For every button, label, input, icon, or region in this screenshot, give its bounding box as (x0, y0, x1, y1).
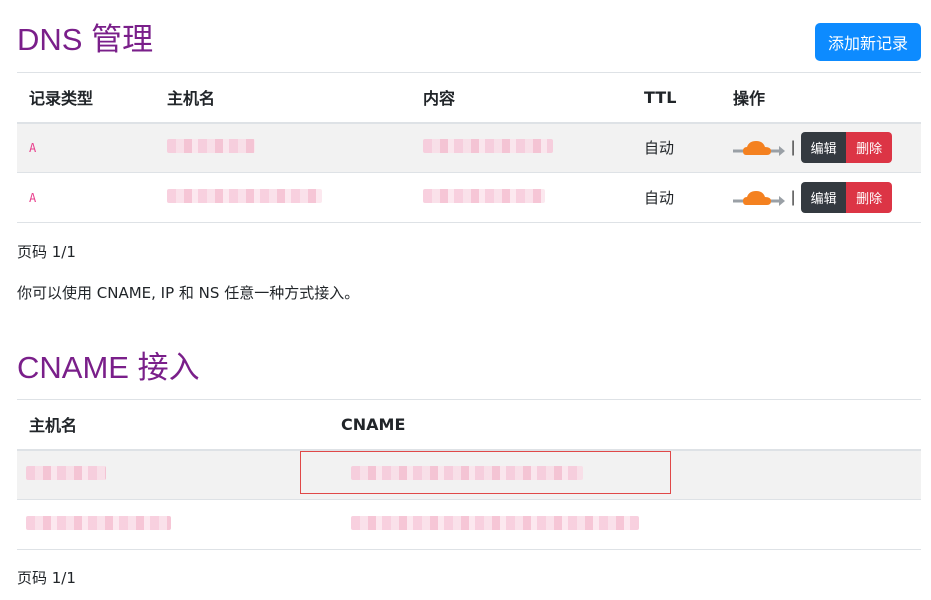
cname-pager: 页码 1/1 (17, 569, 76, 587)
edit-button[interactable]: 编辑 (801, 182, 847, 213)
column-header-hostname: 主机名 (155, 72, 411, 124)
redacted-cname (351, 515, 639, 530)
cname-hostname (17, 449, 329, 500)
cname-title: CNAME 接入 (17, 350, 200, 385)
record-content (411, 122, 632, 173)
table-row (17, 499, 921, 550)
dns-title: DNS 管理 (17, 22, 154, 57)
column-header-cname: CNAME (329, 399, 921, 451)
cloudflare-proxy-icon[interactable] (733, 137, 785, 159)
redacted-hostname (26, 515, 171, 530)
redacted-content (423, 188, 545, 203)
cloudflare-proxy-icon[interactable] (733, 187, 785, 209)
column-header-hostname: 主机名 (17, 399, 329, 451)
record-ttl: 自动 (632, 122, 721, 173)
column-header-ttl: TTL (632, 72, 721, 124)
record-content (411, 172, 632, 223)
edit-button[interactable]: 编辑 (801, 132, 847, 164)
separator: | (791, 188, 796, 206)
dns-pager: 页码 1/1 (17, 243, 76, 261)
record-actions: | 编辑 删除 (721, 172, 921, 223)
add-record-button[interactable]: 添加新记录 (815, 23, 921, 61)
table-row: A 自动 | 编辑 删除 (17, 122, 921, 173)
table-header-row: 记录类型 主机名 内容 TTL 操作 (17, 72, 921, 124)
record-ttl: 自动 (632, 172, 721, 223)
redacted-hostname (26, 465, 106, 480)
highlight-box (300, 451, 671, 494)
table-header-row: 主机名 CNAME (17, 399, 921, 451)
cname-hostname (17, 499, 329, 550)
delete-button[interactable]: 删除 (846, 182, 893, 213)
delete-button[interactable]: 删除 (846, 132, 893, 164)
dns-records-table: 记录类型 主机名 内容 TTL 操作 A 自动 | 编辑 删除 A 自动 | 编… (17, 72, 921, 223)
redacted-hostname (167, 138, 255, 153)
separator: | (791, 138, 796, 156)
access-hint: 你可以使用 CNAME, IP 和 NS 任意一种方式接入。 (17, 284, 360, 302)
record-hostname (155, 122, 411, 173)
redacted-hostname (167, 188, 322, 203)
redacted-content (423, 138, 553, 153)
table-row: A 自动 | 编辑 删除 (17, 172, 921, 223)
record-actions: | 编辑 删除 (721, 122, 921, 173)
column-header-content: 内容 (411, 72, 632, 124)
column-header-type: 记录类型 (17, 72, 155, 124)
column-header-actions: 操作 (721, 72, 921, 124)
record-hostname (155, 172, 411, 223)
cname-value (329, 499, 921, 550)
record-type: A (17, 122, 155, 173)
record-type: A (17, 172, 155, 223)
